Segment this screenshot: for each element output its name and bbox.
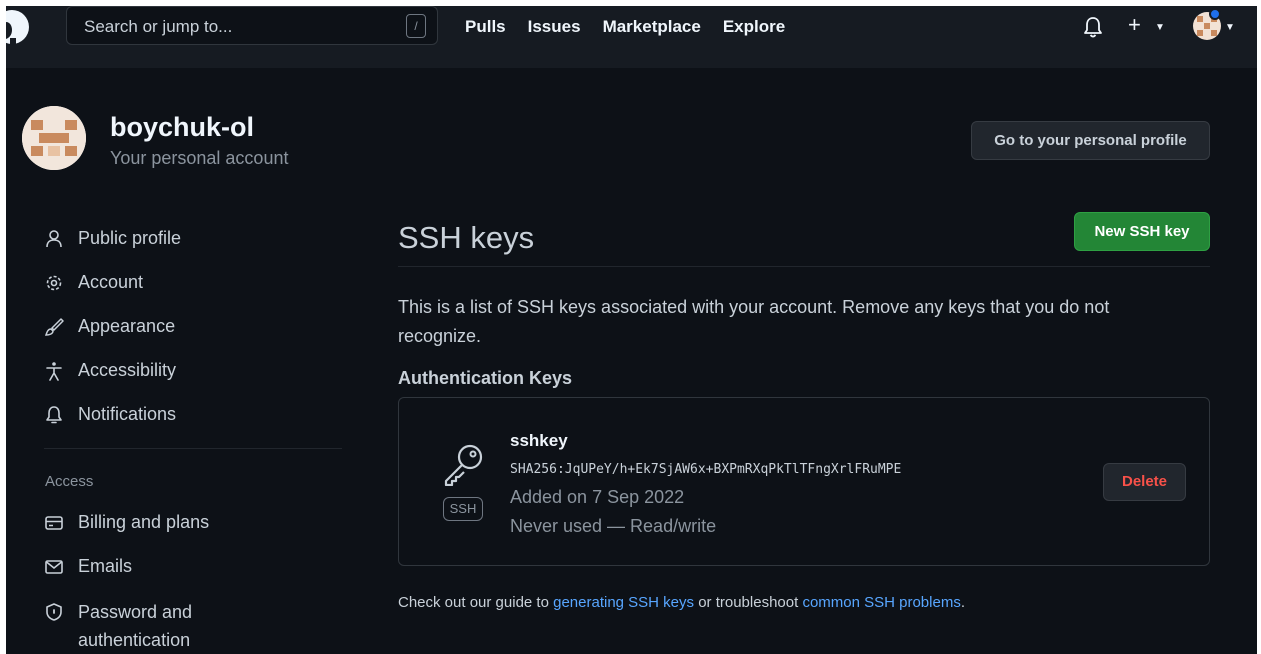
sidebar-item-label: Accessibility (78, 360, 177, 380)
nav-explore[interactable]: Explore (723, 17, 785, 37)
sidebar-item-appearance[interactable]: Appearance (44, 316, 175, 337)
sidebar-item-label: Notifications (78, 404, 177, 424)
sidebar-item-notifications[interactable]: Notifications (44, 404, 176, 425)
accessibility-icon (46, 361, 62, 381)
help-footer: Check out our guide to generating SSH ke… (398, 594, 965, 611)
search-shortcut-badge: / (406, 14, 426, 38)
footer-text-suffix: . (960, 594, 965, 611)
shield-icon (46, 603, 62, 621)
page-description: This is a list of SSH keys associated wi… (398, 297, 1110, 346)
go-to-profile-button[interactable]: Go to your personal profile (971, 121, 1210, 160)
account-avatar (22, 106, 86, 170)
sidebar-item-label-line2: authentication (78, 630, 191, 650)
sidebar-section-heading: Access (45, 473, 94, 490)
nav-pulls[interactable]: Pulls (465, 17, 506, 37)
top-header: Search or jump to... / Pulls Issues Mark… (6, 6, 1257, 68)
search-placeholder: Search or jump to... (84, 17, 233, 36)
avatar-dropdown-caret-icon[interactable]: ▼ (1225, 22, 1235, 33)
ssh-key-usage: Never used — Read/write (510, 516, 717, 536)
title-divider (398, 266, 1210, 267)
common-ssh-problems-link[interactable]: common SSH problems (802, 594, 960, 611)
sidebar-item-label: Account (78, 272, 144, 292)
sidebar-divider (44, 448, 342, 449)
account-username[interactable]: boychuk-ol (110, 112, 254, 143)
notifications-bell-icon[interactable] (1083, 16, 1103, 38)
ssh-key-title: sshkey (510, 431, 568, 450)
sidebar-item-label: Emails (78, 556, 133, 576)
key-icon (444, 444, 483, 486)
gear-icon (46, 275, 62, 290)
sidebar-item-accessibility[interactable]: Accessibility (44, 360, 176, 381)
paintbrush-icon (44, 317, 64, 336)
sidebar-item-label: Billing and plans (78, 512, 210, 532)
create-dropdown-caret-icon[interactable]: ▼ (1155, 22, 1165, 33)
bell-icon (46, 405, 62, 423)
nav-issues[interactable]: Issues (528, 17, 581, 37)
github-logo-icon[interactable] (6, 8, 34, 46)
footer-text-prefix: Check out our guide to (398, 594, 554, 611)
create-new-plus-icon[interactable]: + (1128, 12, 1141, 38)
nav-marketplace[interactable]: Marketplace (603, 17, 701, 37)
sidebar-item-public-profile[interactable]: Public profile (44, 228, 181, 249)
sidebar-item-label: Appearance (78, 316, 176, 336)
section-heading: Authentication Keys (398, 368, 573, 388)
ssh-key-fingerprint: SHA256:JqUPeY/h+Ek7SjAW6x+BXPmRXqPkTlTFn… (510, 462, 902, 477)
search-input[interactable]: Search or jump to... / (66, 6, 438, 45)
sidebar-item-account[interactable]: Account (44, 272, 143, 293)
sidebar-item-emails[interactable]: Emails (44, 556, 132, 577)
delete-key-button[interactable]: Delete (1103, 463, 1186, 501)
person-icon (46, 229, 62, 247)
generating-ssh-keys-link[interactable]: generating SSH keys (553, 594, 694, 611)
sidebar-item-billing[interactable]: Billing and plans (44, 512, 209, 533)
ssh-badge: SSH (443, 497, 483, 521)
footer-text-middle: or troubleshoot (694, 594, 803, 611)
credit-card-icon (45, 515, 63, 530)
page-title: SSH keys (398, 220, 535, 255)
account-subtitle: Your personal account (110, 148, 289, 168)
app-frame: Search or jump to... / Pulls Issues Mark… (6, 6, 1257, 654)
ssh-key-list-item (398, 397, 1210, 566)
mail-icon (45, 559, 63, 574)
sidebar-item-label: Password and authentication (78, 598, 192, 654)
sidebar-item-password-authentication[interactable]: Password and authentication (44, 598, 192, 654)
sidebar-item-label: Public profile (78, 228, 182, 248)
account-identicon-icon (22, 106, 86, 170)
status-dot (1209, 8, 1221, 20)
new-ssh-key-button[interactable]: New SSH key (1074, 212, 1210, 251)
sidebar-item-label-line1: Password and (78, 602, 193, 622)
top-nav: Pulls Issues Marketplace Explore (465, 17, 785, 37)
ssh-key-added-date: Added on 7 Sep 2022 (510, 487, 685, 507)
